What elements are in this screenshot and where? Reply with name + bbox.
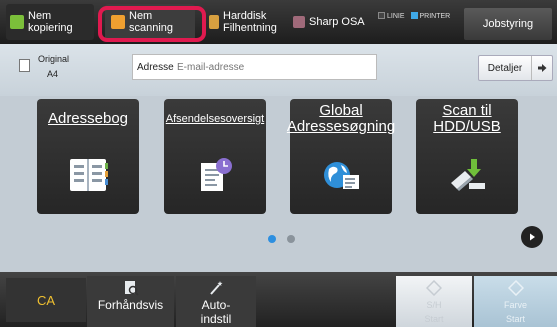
status-indicators: LINIE PRINTER [378,12,450,20]
email-address-input[interactable] [177,61,367,73]
mode-label: Sharp OSA [309,16,365,28]
clear-all-button[interactable]: CA [6,278,86,322]
send-history-icon [201,158,232,191]
play-right-icon [530,233,535,241]
osa-icon [293,16,305,28]
auto-set-button[interactable]: Auto-indstil [176,276,256,327]
next-page-button[interactable] [521,226,543,248]
tile-title: Afsendelsesoversigt [165,113,265,125]
preview-icon [124,281,139,296]
original-size: A4 [47,69,59,79]
address-field[interactable]: Adresse [132,54,377,80]
document-icon [19,59,30,72]
hdd-icon [209,15,219,29]
details-button[interactable]: Detaljer [478,55,553,81]
start-diamond-icon [507,280,524,296]
tile-title: Global Adressesøgning [286,102,396,135]
mode-label: Nem [28,10,52,22]
auto-set-label: Auto-indstil [200,298,232,326]
magic-wand-icon [210,281,223,295]
mode-label: Filhentning [223,22,277,34]
original-size-button[interactable]: Original A4 [19,53,69,80]
send-history-tile[interactable]: Afsendelsesoversigt [164,99,266,214]
job-status-button[interactable]: Jobstyring [464,8,552,40]
address-label: Adresse [137,61,174,73]
page-indicator[interactable] [287,235,295,243]
page-indicator-active[interactable] [268,235,276,243]
color-start-button[interactable]: Farve Start [474,276,557,327]
address-book-tile[interactable]: Adressebog [37,99,139,214]
global-address-search-tile[interactable]: Global Adressesøgning [286,99,396,214]
scan-highlight-frame [98,6,206,42]
mode-label: kopiering [28,22,73,34]
copy-icon [10,15,24,29]
bw-start-button[interactable]: S/H Start [396,276,472,327]
preview-button[interactable]: Forhåndsvis [87,276,174,327]
mode-label: Harddisk [223,10,267,22]
address-book-icon [70,159,108,191]
start-diamond-icon [426,280,442,296]
tile-title: Scan til HDD/USB [433,102,501,135]
scan-to-hdd-usb-tile[interactable]: Scan til HDD/USB [416,99,518,214]
line-status: LINIE [378,12,405,20]
details-label: Detaljer [487,62,523,74]
scan-to-usb-icon [451,159,485,191]
sharp-osa-button[interactable]: Sharp OSA [293,4,383,40]
printer-status: PRINTER [410,12,450,20]
global-search-icon [324,162,359,189]
mode-bar: Nem kopiering Nem scanning Harddisk Filhent… [0,0,557,44]
original-label: Original [38,54,70,64]
color-start-label: Farve Start [503,300,527,324]
tile-title: Adressebog [47,110,129,127]
easy-copy-mode-button[interactable]: Nem kopiering [6,4,94,40]
bw-start-label: S/H Start [424,300,444,324]
hdd-file-retrieve-button[interactable]: Harddisk Filhentning [209,4,289,40]
arrow-right-icon [531,56,551,80]
preview-label: Forhåndsvis [97,298,164,312]
